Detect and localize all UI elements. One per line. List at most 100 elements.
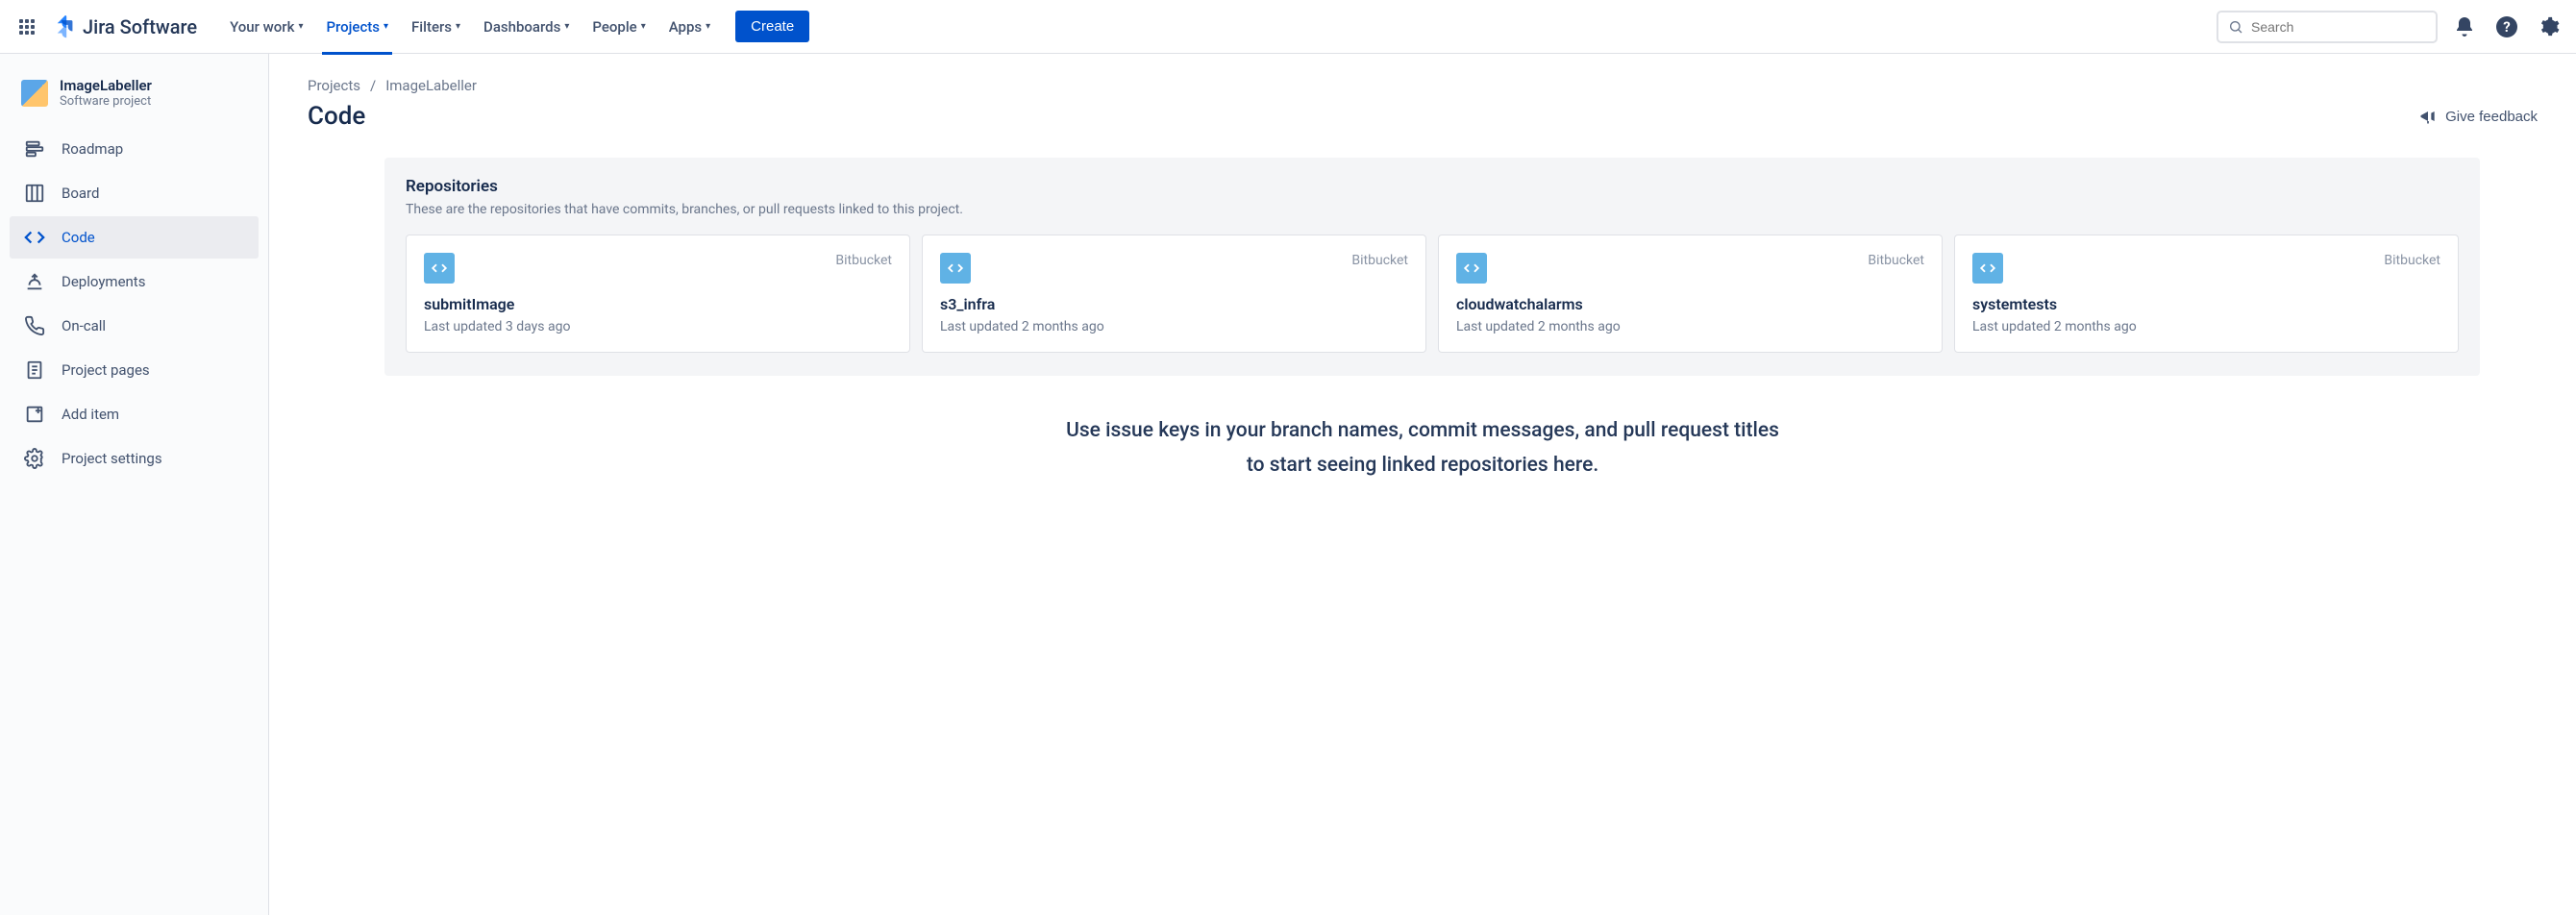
- svg-text:?: ?: [2503, 18, 2510, 36]
- nav-dashboards[interactable]: Dashboards ▾: [474, 12, 579, 41]
- sidebar-item-oncall[interactable]: On-call: [10, 305, 259, 347]
- search-box[interactable]: [2217, 11, 2438, 43]
- nav-projects[interactable]: Projects ▾: [316, 12, 398, 41]
- nav-apps[interactable]: Apps ▾: [659, 12, 720, 41]
- repo-name: submitImage: [424, 295, 892, 313]
- repo-code-icon: [1456, 253, 1487, 284]
- project-name: ImageLabeller: [60, 77, 152, 94]
- sidebar-item-settings[interactable]: Project settings: [10, 437, 259, 480]
- breadcrumb-separator: /: [370, 77, 376, 94]
- page-header: Code Give feedback: [308, 102, 2538, 131]
- add-icon: [23, 403, 46, 426]
- linking-hint: Use issue keys in your branch names, com…: [990, 414, 1855, 482]
- breadcrumb: Projects / ImageLabeller: [308, 77, 2538, 94]
- repo-name: cloudwatchalarms: [1456, 295, 1924, 313]
- sidebar-item-roadmap[interactable]: Roadmap: [10, 128, 259, 170]
- board-icon: [23, 182, 46, 205]
- roadmap-icon: [23, 137, 46, 161]
- sidebar-item-add[interactable]: Add item: [10, 393, 259, 435]
- oncall-icon: [23, 314, 46, 337]
- jira-logo-text: Jira Software: [83, 15, 197, 38]
- create-button[interactable]: Create: [735, 11, 809, 42]
- repo-card[interactable]: Bitbucket cloudwatchalarms Last updated …: [1438, 235, 1943, 353]
- repo-source: Bitbucket: [1868, 253, 1924, 268]
- deployments-icon: [23, 270, 46, 293]
- sidebar-item-pages[interactable]: Project pages: [10, 349, 259, 391]
- repo-source: Bitbucket: [2384, 253, 2440, 268]
- sidebar-item-label: Add item: [62, 406, 119, 423]
- repo-card[interactable]: Bitbucket systemtests Last updated 2 mon…: [1954, 235, 2459, 353]
- pages-icon: [23, 359, 46, 382]
- breadcrumb-project[interactable]: ImageLabeller: [385, 77, 477, 94]
- chevron-down-icon: ▾: [706, 21, 710, 32]
- sidebar-item-label: On-call: [62, 317, 106, 334]
- nav-items: Your work ▾ Projects ▾ Filters ▾ Dashboa…: [220, 11, 809, 42]
- repo-code-icon: [1972, 253, 2003, 284]
- sidebar-item-label: Project pages: [62, 361, 150, 379]
- nav-label: People: [592, 18, 636, 36]
- nav-your-work[interactable]: Your work ▾: [220, 12, 312, 41]
- sidebar-item-board[interactable]: Board: [10, 172, 259, 214]
- nav-label: Filters: [411, 18, 452, 36]
- repo-card[interactable]: Bitbucket s3_infra Last updated 2 months…: [922, 235, 1426, 353]
- feedback-label: Give feedback: [2445, 109, 2538, 125]
- sidebar-item-label: Board: [62, 185, 99, 202]
- settings-button[interactable]: [2534, 12, 2564, 42]
- hint-line1: Use issue keys in your branch names, com…: [990, 414, 1855, 449]
- chevron-down-icon: ▾: [384, 21, 388, 32]
- sidebar-item-label: Code: [62, 229, 95, 246]
- bell-icon: [2453, 15, 2476, 38]
- repo-updated: Last updated 3 days ago: [424, 319, 892, 334]
- nav-right: ?: [2217, 11, 2564, 43]
- help-button[interactable]: ?: [2491, 12, 2522, 42]
- repo-source: Bitbucket: [1351, 253, 1408, 268]
- repositories-panel: Repositories These are the repositories …: [384, 158, 2480, 376]
- sidebar: ImageLabeller Software project Roadmap B…: [0, 54, 269, 915]
- megaphone-icon: [2418, 107, 2438, 126]
- hint-line2: to start seeing linked repositories here…: [990, 449, 1855, 483]
- repo-source: Bitbucket: [835, 253, 892, 268]
- main-content: Projects / ImageLabeller Code Give feedb…: [269, 54, 2576, 915]
- app-switcher-button[interactable]: [12, 12, 42, 42]
- nav-filters[interactable]: Filters ▾: [402, 12, 470, 41]
- gear-icon: [2539, 16, 2560, 37]
- nav-label: Apps: [669, 18, 702, 36]
- repo-name: s3_infra: [940, 295, 1408, 313]
- sidebar-item-label: Project settings: [62, 450, 162, 467]
- chevron-down-icon: ▾: [641, 21, 646, 32]
- repo-updated: Last updated 2 months ago: [940, 319, 1408, 334]
- top-navigation: Jira Software Your work ▾ Projects ▾ Fil…: [0, 0, 2576, 54]
- sidebar-item-deployments[interactable]: Deployments: [10, 260, 259, 303]
- chevron-down-icon: ▾: [456, 21, 460, 32]
- nav-label: Dashboards: [483, 18, 560, 36]
- search-icon: [2228, 19, 2243, 35]
- page-title: Code: [308, 102, 365, 131]
- jira-logo[interactable]: Jira Software: [54, 15, 197, 38]
- repo-card[interactable]: Bitbucket submitImage Last updated 3 day…: [406, 235, 910, 353]
- repositories-description: These are the repositories that have com…: [406, 202, 2459, 217]
- sidebar-item-label: Roadmap: [62, 140, 123, 158]
- repo-name: systemtests: [1972, 295, 2440, 313]
- nav-label: Your work: [230, 18, 294, 36]
- repo-code-icon: [940, 253, 971, 284]
- repo-updated: Last updated 2 months ago: [1456, 319, 1924, 334]
- help-icon: ?: [2495, 15, 2518, 38]
- repositories-title: Repositories: [406, 177, 2459, 196]
- nav-people[interactable]: People ▾: [582, 12, 655, 41]
- project-header[interactable]: ImageLabeller Software project: [10, 77, 259, 128]
- project-avatar: [21, 80, 48, 107]
- project-type: Software project: [60, 94, 152, 109]
- search-input[interactable]: [2251, 19, 2426, 35]
- repo-updated: Last updated 2 months ago: [1972, 319, 2440, 334]
- notifications-button[interactable]: [2449, 12, 2480, 42]
- repositories-grid: Bitbucket submitImage Last updated 3 day…: [406, 235, 2459, 353]
- breadcrumb-projects[interactable]: Projects: [308, 77, 360, 94]
- feedback-button[interactable]: Give feedback: [2418, 107, 2538, 126]
- nav-label: Projects: [326, 18, 380, 36]
- app-switcher-icon: [19, 19, 35, 35]
- code-icon: [23, 226, 46, 249]
- chevron-down-icon: ▾: [564, 21, 569, 32]
- jira-logo-icon: [54, 15, 77, 38]
- sidebar-item-code[interactable]: Code: [10, 216, 259, 259]
- chevron-down-icon: ▾: [298, 21, 303, 32]
